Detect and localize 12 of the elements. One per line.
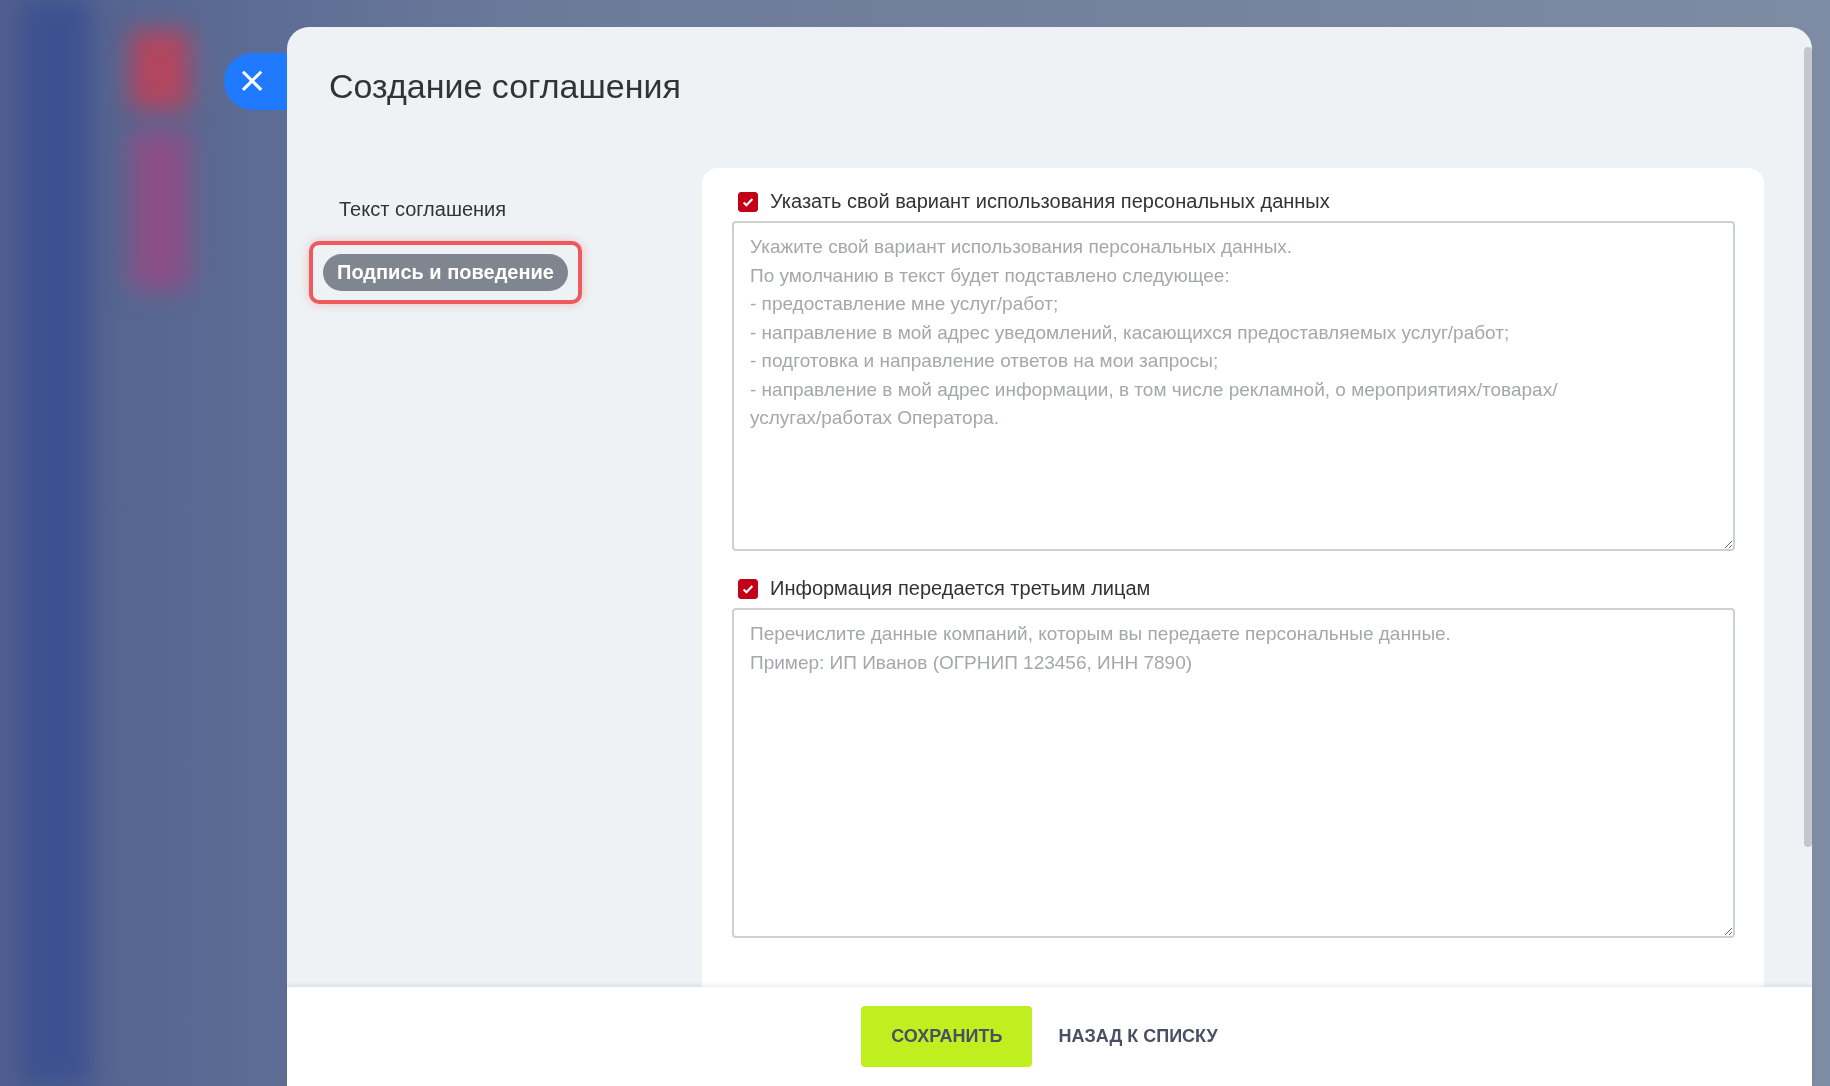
save-button[interactable]: СОХРАНИТЬ [861,1006,1033,1067]
back-link[interactable]: НАЗАД К СПИСКУ [1058,1016,1218,1057]
checkbox[interactable] [738,578,758,599]
text-area[interactable]: Укажите свой вариант использования персональных данных. По умолчанию в текст будет подставлено следующее: - предоставление мне услуг/работ; - направление в мой адрес уведомлений, касающихся предоставляемых услуг/работ; - подготовка и направление ответов на мои запросы; - направление в мой адрес информации, в том числе рекламной, о мероприятиях/товарах/ услугах/работах Оператора. [732,221,1735,551]
text-area[interactable]: Перечислите данные компаний, которым вы передаете персональные данные. Пример: ИП Иванов (ОГРНИП 123456, ИНН 7890) [732,608,1735,938]
scrollbar[interactable] [1804,47,1812,847]
sidebar-item[interactable]: Подпись и поведение [323,254,568,291]
sidebar-item[interactable]: Текст соглашения [309,190,537,229]
checkbox[interactable] [738,191,758,212]
window-title: Создание соглашения [329,67,682,106]
checkbox-label: Указать свой вариант использования персональных данных [770,190,1330,213]
checkbox-label: Информация передается третьим лицам [770,577,1151,600]
